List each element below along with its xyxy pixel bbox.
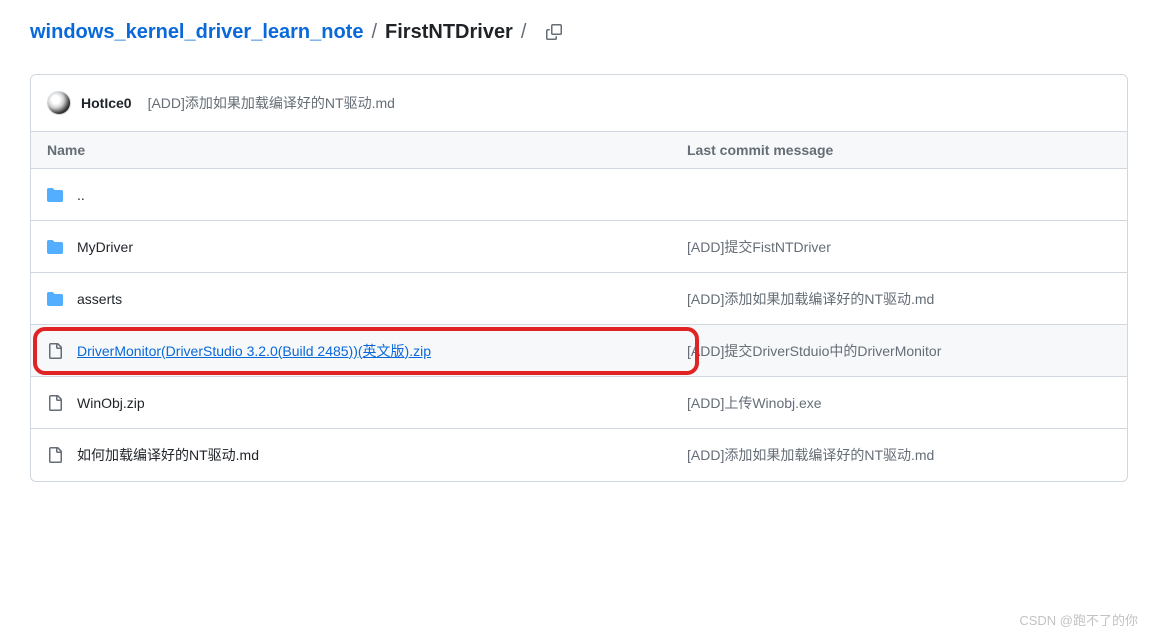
table-row: 如何加载编译好的NT驱动.md [ADD]添加如果加载编译好的NT驱动.md (31, 429, 1127, 481)
breadcrumb-repo-link[interactable]: windows_kernel_driver_learn_note (30, 21, 363, 44)
cell-name: asserts (47, 291, 687, 307)
table-row: asserts [ADD]添加如果加载编译好的NT驱动.md (31, 273, 1127, 325)
commit-message-link[interactable]: [ADD]上传Winobj.exe (687, 395, 822, 411)
cell-commit-message: [ADD]提交FistNTDriver (687, 237, 1111, 257)
commit-message-link[interactable]: [ADD]添加如果加载编译好的NT驱动.md (687, 291, 934, 307)
column-header-last-commit: Last commit message (687, 142, 1111, 158)
file-icon (47, 447, 63, 463)
breadcrumb: windows_kernel_driver_learn_note / First… (30, 10, 1128, 46)
breadcrumb-separator: / (521, 21, 527, 44)
file-link[interactable]: 如何加载编译好的NT驱动.md (77, 445, 259, 465)
watermark: CSDN @跑不了的你 (1019, 610, 1138, 629)
latest-commit-header: HotIce0 [ADD]添加如果加载编译好的NT驱动.md (31, 75, 1127, 131)
column-header-name: Name (47, 142, 687, 158)
commit-message-link[interactable]: [ADD]提交FistNTDriver (687, 239, 831, 255)
folder-icon (47, 239, 63, 255)
file-link[interactable]: MyDriver (77, 239, 133, 255)
cell-commit-message: [ADD]添加如果加载编译好的NT驱动.md (687, 445, 1111, 465)
breadcrumb-current: FirstNTDriver (385, 21, 513, 44)
cell-name: DriverMonitor(DriverStudio 3.2.0(Build 2… (47, 341, 687, 361)
copy-icon (546, 24, 562, 40)
file-link[interactable]: DriverMonitor(DriverStudio 3.2.0(Build 2… (77, 341, 431, 361)
parent-dir-row[interactable]: .. (31, 169, 1127, 221)
commit-message-link[interactable]: [ADD]提交DriverStduio中的DriverMonitor (687, 343, 941, 359)
breadcrumb-separator: / (371, 21, 377, 44)
cell-commit-message: [ADD]提交DriverStduio中的DriverMonitor (687, 341, 1111, 361)
avatar[interactable] (47, 91, 71, 115)
parent-dir-link[interactable]: .. (77, 187, 85, 203)
file-icon (47, 395, 63, 411)
file-listing-box: HotIce0 [ADD]添加如果加载编译好的NT驱动.md Name Last… (30, 74, 1128, 482)
table-header: Name Last commit message (31, 131, 1127, 169)
table-row: WinObj.zip [ADD]上传Winobj.exe (31, 377, 1127, 429)
cell-name: 如何加载编译好的NT驱动.md (47, 445, 687, 465)
file-link[interactable]: asserts (77, 291, 122, 307)
commit-message-link[interactable]: [ADD]添加如果加载编译好的NT驱动.md (687, 447, 934, 463)
folder-icon (47, 291, 63, 307)
table-row: MyDriver [ADD]提交FistNTDriver (31, 221, 1127, 273)
file-icon (47, 343, 63, 359)
cell-name: MyDriver (47, 239, 687, 255)
table-row: DriverMonitor(DriverStudio 3.2.0(Build 2… (31, 325, 1127, 377)
folder-icon (47, 187, 63, 203)
commit-author[interactable]: HotIce0 (81, 95, 132, 111)
commit-message[interactable]: [ADD]添加如果加载编译好的NT驱动.md (148, 93, 395, 113)
file-link[interactable]: WinObj.zip (77, 395, 145, 411)
cell-commit-message: [ADD]上传Winobj.exe (687, 393, 1111, 413)
cell-commit-message: [ADD]添加如果加载编译好的NT驱动.md (687, 289, 1111, 309)
cell-name: WinObj.zip (47, 395, 687, 411)
copy-path-button[interactable] (540, 18, 568, 46)
